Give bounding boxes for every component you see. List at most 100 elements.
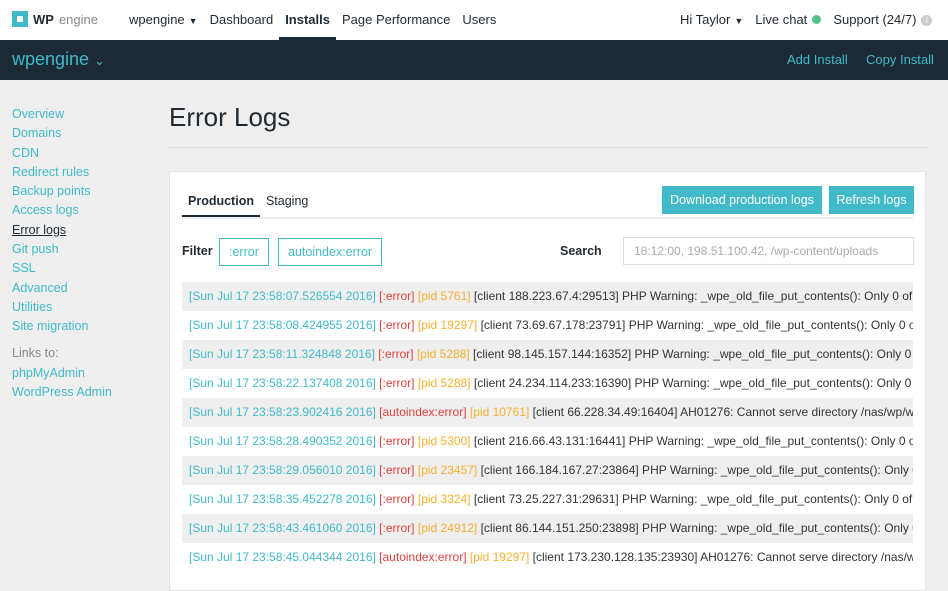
links-to-label: Links to: — [12, 345, 59, 360]
log-timestamp: [Sun Jul 17 23:58:29.056010 2016] — [189, 463, 376, 477]
sidebar-item-cdn[interactable]: CDN — [12, 145, 112, 164]
top-navbar: WP engine wpengine ▼ Dashboard Installs Pa… — [0, 0, 948, 40]
log-level: [:error] — [378, 347, 414, 361]
support-label: Support (24/7) — [833, 12, 917, 27]
account-label: wpengine — [129, 12, 185, 27]
log-row: [Sun Jul 17 23:58:28.490352 2016] [:erro… — [182, 427, 913, 456]
caret-down-icon: ▼ — [734, 16, 744, 26]
log-row: [Sun Jul 17 23:58:45.044344 2016] [autoi… — [182, 543, 913, 572]
logo-wp: WP — [33, 11, 54, 27]
log-message: [client 73.25.227.31:29631] PHP Warning:… — [473, 492, 913, 506]
refresh-logs-button[interactable]: Refresh logs — [829, 186, 914, 214]
log-pid: [pid 10761] — [469, 405, 530, 419]
log-pid: [pid 5761] — [417, 289, 471, 303]
log-message: [client 173.230.128.135:23930] AH01276: … — [532, 550, 913, 564]
support-link[interactable]: Support (24/7) i — [827, 0, 938, 40]
log-pid: [pid 19297] — [417, 318, 478, 332]
link-phpmyadmin[interactable]: phpMyAdmin — [12, 365, 112, 384]
log-message: [client 188.223.67.4:29513] PHP Warning:… — [473, 289, 913, 303]
error-logs-panel: Production Staging Download production l… — [169, 171, 926, 591]
log-level: [autoindex:error] — [379, 405, 467, 419]
sidebar-item-ssl[interactable]: SSL — [12, 260, 112, 279]
download-logs-button[interactable]: Download production logs — [662, 186, 822, 214]
log-level: [:error] — [379, 492, 415, 506]
search-input[interactable] — [623, 237, 914, 265]
nav-installs[interactable]: Installs — [279, 0, 336, 40]
log-message: [client 73.69.67.178:23791] PHP Warning:… — [480, 318, 913, 332]
wpengine-logo[interactable]: WP engine — [12, 11, 98, 27]
caret-down-icon: ▼ — [188, 16, 198, 26]
log-message: [client 86.144.151.250:23898] PHP Warnin… — [480, 521, 913, 535]
log-timestamp: [Sun Jul 17 23:58:28.490352 2016] — [189, 434, 376, 448]
nav-page-performance[interactable]: Page Performance — [336, 0, 456, 40]
sidebar-item-backup-points[interactable]: Backup points — [12, 183, 112, 202]
log-message: [client 98.145.157.144:16352] PHP Warnin… — [473, 347, 913, 361]
tab-staging[interactable]: Staging — [260, 186, 314, 218]
site-selector[interactable]: wpengine ⌄ — [12, 49, 105, 70]
log-level: [autoindex:error] — [379, 550, 467, 564]
user-menu[interactable]: Hi Taylor ▼ — [674, 0, 749, 40]
sidebar-item-advanced[interactable]: Advanced — [12, 280, 112, 299]
account-dropdown[interactable]: wpengine ▼ — [123, 0, 204, 40]
log-pid: [pid 5300] — [417, 434, 471, 448]
sidebar-item-site-migration[interactable]: Site migration — [12, 318, 112, 337]
log-row: [Sun Jul 17 23:58:22.137408 2016] [:erro… — [182, 369, 913, 398]
sidebar-item-redirect-rules[interactable]: Redirect rules — [12, 164, 112, 183]
logo-engine: engine — [58, 11, 98, 27]
live-chat-link[interactable]: Live chat — [749, 0, 827, 40]
log-row: [Sun Jul 17 23:58:35.452278 2016] [:erro… — [182, 485, 913, 514]
search-label: Search — [560, 244, 602, 258]
log-timestamp: [Sun Jul 17 23:58:35.452278 2016] — [189, 492, 376, 506]
log-row: [Sun Jul 17 23:58:29.056010 2016] [:erro… — [182, 456, 913, 485]
sidebar-item-utilities[interactable]: Utilities — [12, 299, 112, 318]
page-title: Error Logs — [169, 102, 291, 132]
live-chat-label: Live chat — [755, 12, 808, 27]
log-pid: [pid 19297] — [469, 550, 530, 564]
add-install-link[interactable]: Add Install — [787, 52, 848, 67]
log-timestamp: [Sun Jul 17 23:58:22.137408 2016] — [189, 376, 376, 390]
logo-mark-icon — [12, 11, 28, 27]
filter-autoindex-chip[interactable]: autoindex:error — [278, 238, 383, 266]
log-timestamp: [Sun Jul 17 23:58:45.044344 2016] — [189, 550, 376, 564]
log-pid: [pid 24912] — [417, 521, 478, 535]
log-level: [:error] — [379, 434, 415, 448]
log-message: [client 66.228.34.49:16404] AH01276: Can… — [532, 405, 913, 419]
log-timestamp: [Sun Jul 17 23:58:07.526554 2016] — [189, 289, 376, 303]
sidebar-item-domains[interactable]: Domains — [12, 125, 112, 144]
nav-users[interactable]: Users — [456, 0, 502, 40]
chevron-down-icon: ⌄ — [94, 53, 105, 68]
log-timestamp: [Sun Jul 17 23:58:11.324848 2016] — [189, 347, 375, 361]
filter-error-chip[interactable]: :error — [219, 238, 269, 266]
sidebar-item-error-logs[interactable]: Error logs — [12, 222, 112, 241]
log-level: [:error] — [379, 521, 415, 535]
log-level: [:error] — [379, 376, 415, 390]
log-pid: [pid 5288] — [417, 376, 471, 390]
log-timestamp: [Sun Jul 17 23:58:43.461060 2016] — [189, 521, 376, 535]
log-row: [Sun Jul 17 23:58:23.902416 2016] [autoi… — [182, 398, 913, 427]
tab-production[interactable]: Production — [182, 186, 260, 218]
copy-install-link[interactable]: Copy Install — [866, 52, 934, 67]
site-name: wpengine — [12, 49, 90, 69]
sidebar-item-overview[interactable]: Overview — [12, 106, 112, 125]
log-list: [Sun Jul 17 23:58:07.526554 2016] [:erro… — [182, 282, 913, 572]
log-timestamp: [Sun Jul 17 23:58:23.902416 2016] — [189, 405, 376, 419]
log-timestamp: [Sun Jul 17 23:58:08.424955 2016] — [189, 318, 376, 332]
sidebar-item-git-push[interactable]: Git push — [12, 241, 112, 260]
link-wordpress-admin[interactable]: WordPress Admin — [12, 384, 112, 403]
log-pid: [pid 3324] — [417, 492, 471, 506]
log-row: [Sun Jul 17 23:58:43.461060 2016] [:erro… — [182, 514, 913, 543]
info-icon: i — [921, 15, 933, 26]
log-row: [Sun Jul 17 23:58:11.324848 2016] [:erro… — [182, 340, 913, 369]
env-tabs: Production Staging — [182, 186, 314, 218]
log-pid: [pid 23457] — [417, 463, 478, 477]
main-nav: wpengine ▼ Dashboard Installs Page Perfor… — [123, 0, 502, 40]
tab-divider — [182, 217, 913, 219]
install-bar: wpengine ⌄ Add Install Copy Install — [0, 40, 948, 80]
sidebar-item-access-logs[interactable]: Access logs — [12, 202, 112, 221]
log-level: [:error] — [379, 318, 415, 332]
log-pid: [pid 5288] — [416, 347, 470, 361]
log-message: [client 216.66.43.131:16441] PHP Warning… — [473, 434, 913, 448]
nav-dashboard[interactable]: Dashboard — [204, 0, 280, 40]
divider — [169, 147, 928, 148]
log-message: [client 24.234.114.233:16390] PHP Warnin… — [473, 376, 913, 390]
